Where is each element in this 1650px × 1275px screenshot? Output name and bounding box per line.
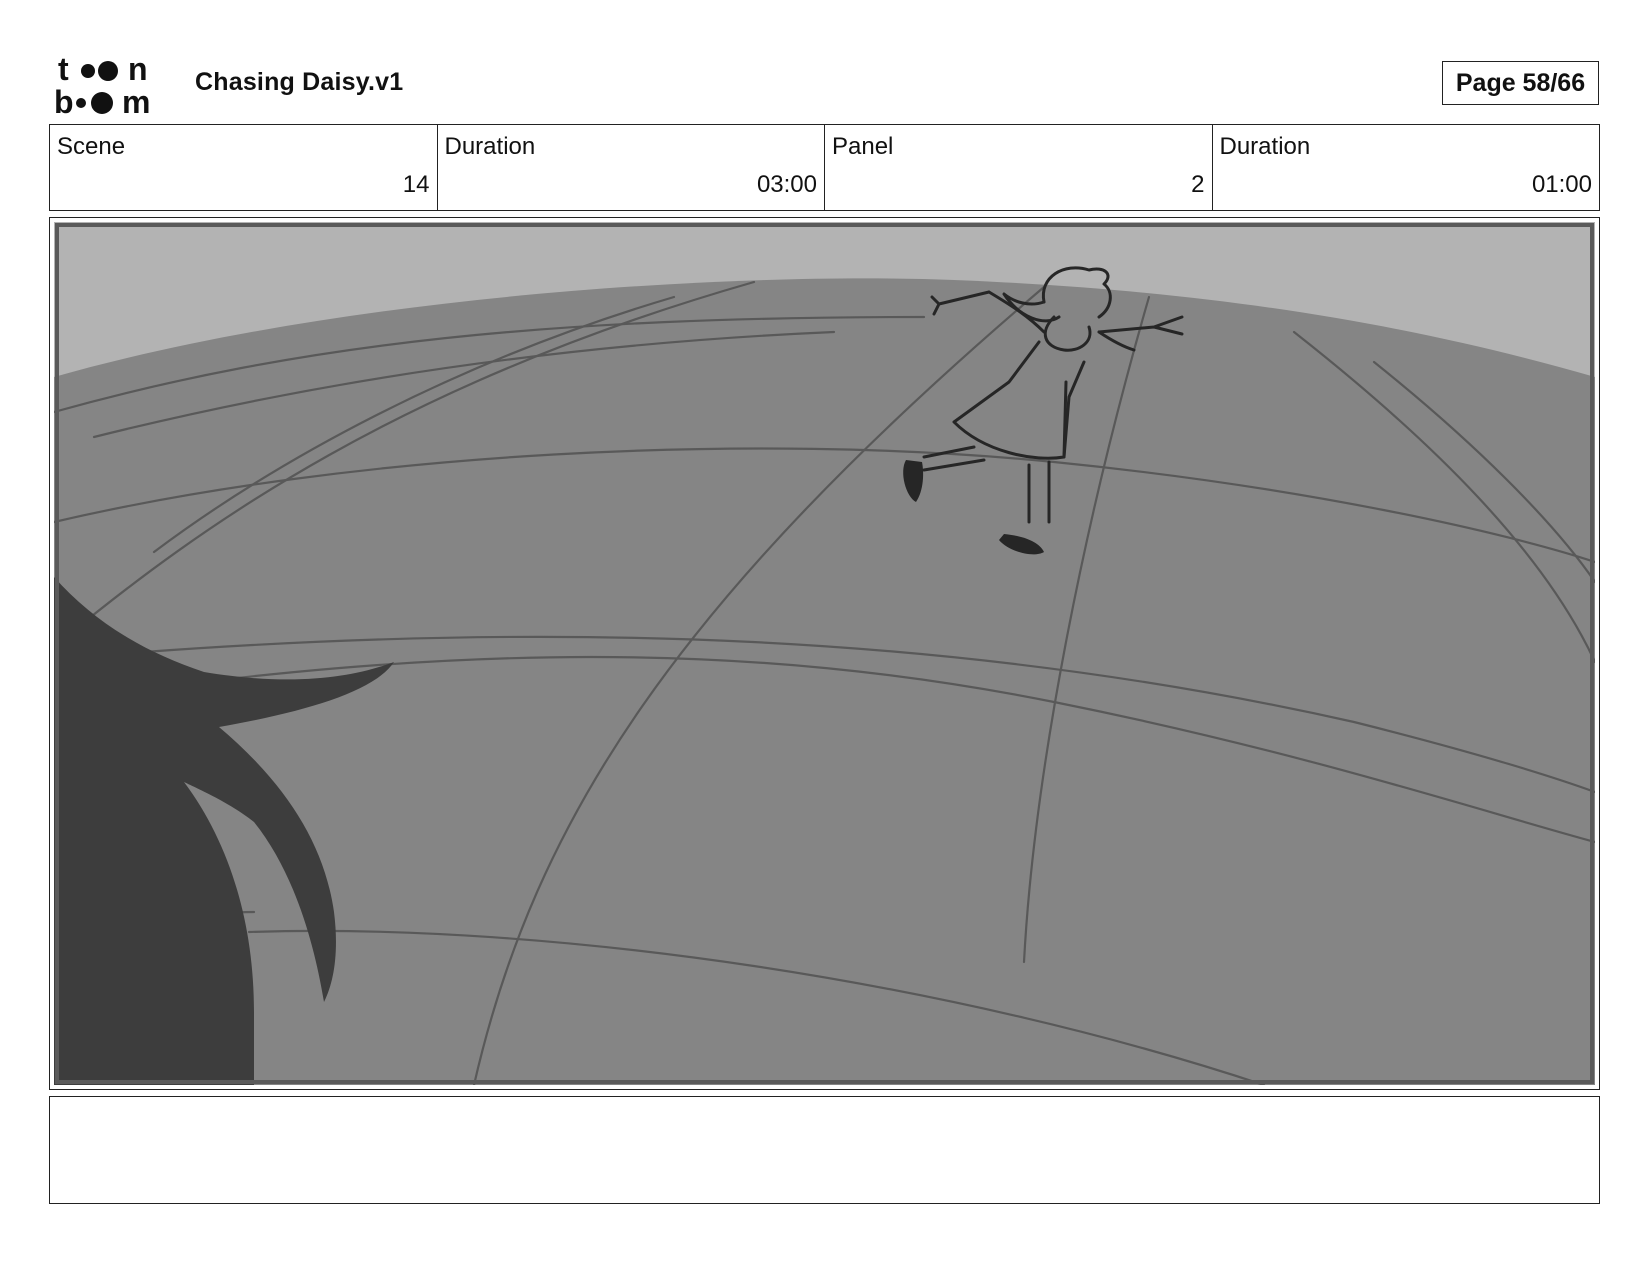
scene-value: 14 (402, 171, 430, 198)
panel-cell: Panel 2 (825, 125, 1213, 210)
svg-text:m: m (122, 84, 150, 118)
panel-label: Panel (832, 133, 894, 160)
svg-text:n: n (128, 52, 148, 87)
scene-duration-label: Duration (444, 133, 536, 160)
panel-duration-value: 01:00 (1531, 171, 1592, 198)
scene-duration-value: 03:00 (756, 171, 817, 198)
scene-duration-cell: Duration 03:00 (438, 125, 825, 210)
panel-duration-label: Duration (1219, 133, 1311, 160)
panel-duration-cell: Duration 01:00 (1213, 125, 1600, 210)
svg-text:b: b (54, 84, 74, 118)
panel-value: 2 (1191, 171, 1205, 198)
panel-notes-box (49, 1096, 1600, 1204)
scene-cell: Scene 14 (50, 125, 438, 210)
page-indicator: Page 58/66 (1442, 61, 1599, 105)
document-title: Chasing Daisy.v1 (195, 68, 404, 96)
svg-text:t: t (58, 52, 69, 87)
toonboom-logo: t n b m (54, 52, 150, 118)
storyboard-panel-image (54, 222, 1595, 1085)
scene-info-bar: Scene 14 Duration 03:00 Panel 2 Duration… (49, 124, 1600, 211)
scene-label: Scene (57, 133, 126, 160)
